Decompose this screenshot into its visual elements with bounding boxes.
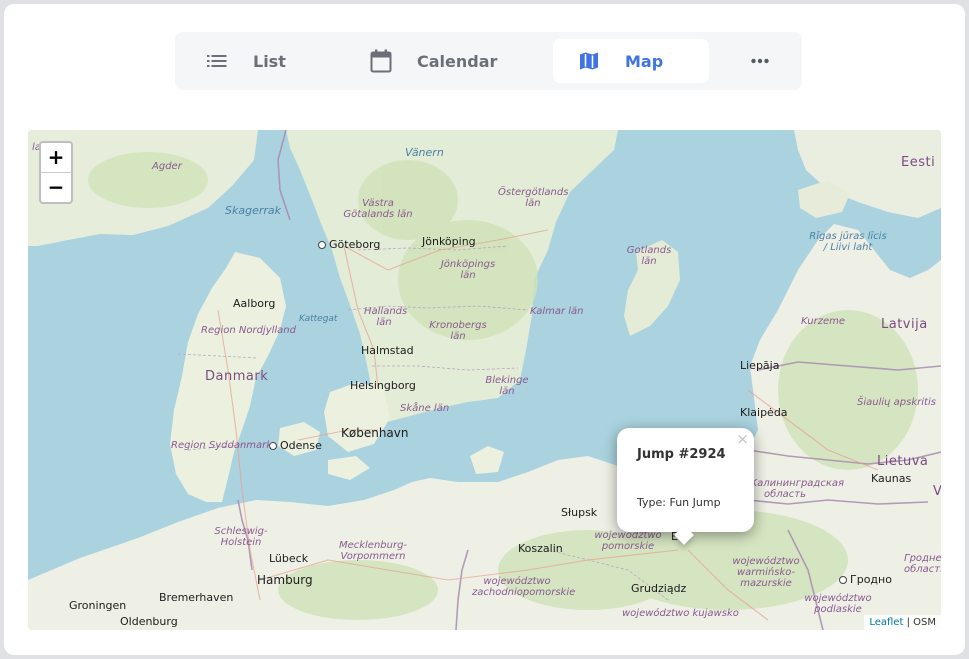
map-label: województwo kujawsko <box>622 608 739 619</box>
map-label: Bremerhaven <box>159 591 234 604</box>
map-label: Mecklenburg-Vorpommern <box>338 540 408 562</box>
map-label: Hallands län <box>364 306 408 328</box>
map-label: Eesti <box>901 155 936 170</box>
map-label: Schleswig-Holstein <box>214 526 268 548</box>
zoom-out-button[interactable]: − <box>41 172 71 202</box>
zoom-in-button[interactable]: + <box>41 143 71 172</box>
map-label: Koszalin <box>518 542 563 555</box>
map-label: Oldenburg <box>120 615 178 628</box>
popup-type-text: Type: Fun Jump <box>637 496 721 509</box>
more-options-button[interactable] <box>735 39 785 83</box>
popup-close-button[interactable]: × <box>736 430 749 448</box>
map-label: Skagerrak <box>225 204 281 217</box>
map-label: województwo zachodniopomorskie <box>472 576 576 598</box>
tab-calendar[interactable]: Calendar <box>360 39 550 83</box>
map-label: Kurzeme <box>801 316 846 327</box>
view-switcher: List Calendar Map <box>175 32 802 90</box>
map-label: Grudziądz <box>631 582 687 595</box>
map-label: Blekinge län <box>485 375 529 397</box>
map-view-card: List Calendar Map Agder Skagerrak Vänern… <box>4 4 965 655</box>
map-label: Hamburg <box>257 573 313 587</box>
map-label: województwo pomorskie <box>594 530 662 552</box>
map-label: Klaipėda <box>740 406 788 419</box>
map-label: Гродненская область <box>904 553 941 575</box>
map-label: Liepāja <box>740 359 780 372</box>
map-label: Skåne län <box>400 403 450 414</box>
map-label: województwo warmińsko-mazurskie <box>732 556 800 589</box>
map-label: Halmstad <box>361 344 414 357</box>
map-label: Калининградская область <box>750 478 845 500</box>
map-label: województwo podlaskie <box>804 593 872 615</box>
map-attribution: Leaflet | OSM <box>864 615 941 630</box>
map-label: Vänern <box>405 146 444 159</box>
map-label: Göteborg <box>318 238 380 251</box>
tab-map[interactable]: Map <box>553 39 709 83</box>
map-label: V <box>933 484 941 499</box>
osm-attribution: OSM <box>913 617 936 628</box>
tab-list[interactable]: List <box>195 39 355 83</box>
map-label: Słupsk <box>561 506 598 519</box>
map-label: Region Nordjylland <box>201 325 296 336</box>
map-label: Latvija <box>881 317 928 332</box>
list-icon <box>207 54 227 68</box>
map-label: Jönköpings län <box>440 259 496 281</box>
map-label: Гродно <box>839 573 892 586</box>
map-label: Östergötlands län <box>498 187 569 209</box>
map-label: Lietuva <box>877 454 929 469</box>
map-label: Kattegat <box>299 314 338 324</box>
map-label: Kalmar län <box>530 306 584 317</box>
map-label: Gotlands län <box>626 245 672 267</box>
tab-list-label: List <box>253 51 286 71</box>
map-label: Groningen <box>69 599 127 612</box>
map-canvas[interactable]: land Agder Skagerrak Vänern Västra Götal… <box>28 130 941 630</box>
map-icon <box>579 51 599 71</box>
leaflet-link[interactable]: Leaflet <box>869 617 903 628</box>
tab-map-label: Map <box>625 51 664 71</box>
calendar-icon <box>370 49 392 73</box>
popup-title: Jump #2924 <box>637 447 726 462</box>
map-label: Aalborg <box>233 297 276 310</box>
map-label: København <box>341 426 409 440</box>
map-label: Jönköping <box>422 235 476 248</box>
attribution-separator: | <box>906 617 910 628</box>
more-horizontal-icon <box>751 58 769 64</box>
map-label: Kronobergs län <box>429 320 487 342</box>
map-label: Kaunas <box>871 472 912 485</box>
map-label: Lübeck <box>269 552 309 565</box>
tab-calendar-label: Calendar <box>417 51 498 71</box>
map-label: Odense <box>269 439 322 452</box>
map-label: Rīgas jūras līcis / Liivi laht <box>809 231 887 253</box>
map-label: Danmark <box>205 369 269 384</box>
map-label: Helsingborg <box>350 379 416 392</box>
map-label: Region Syddanmark <box>171 440 273 451</box>
zoom-control: + − <box>39 141 73 204</box>
map-label: Šiaulių apskritis <box>857 397 936 408</box>
map-label: Agder <box>152 161 182 172</box>
marker-popup: × Jump #2924 Type: Fun Jump <box>617 428 754 545</box>
map-label: Västra Götalands län <box>343 198 413 220</box>
